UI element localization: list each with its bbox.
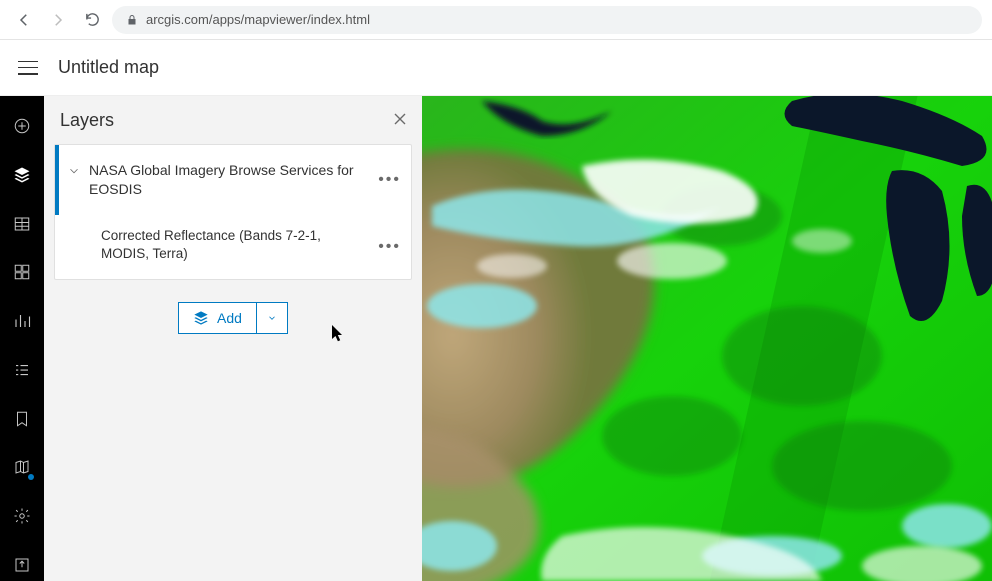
layer-group-title: NASA Global Imagery Browse Services for … bbox=[89, 161, 399, 199]
layer-group-item[interactable]: NASA Global Imagery Browse Services for … bbox=[55, 145, 411, 215]
share-icon bbox=[13, 556, 31, 574]
chevron-down-icon bbox=[267, 313, 277, 323]
panel-close-button[interactable] bbox=[394, 112, 406, 128]
add-layer-label: Add bbox=[217, 310, 242, 326]
add-layer-button[interactable]: Add bbox=[178, 302, 288, 334]
unsaved-indicator-dot bbox=[28, 474, 34, 480]
browser-reload-button[interactable] bbox=[78, 6, 106, 34]
layer-group-options-button[interactable]: ••• bbox=[378, 171, 401, 189]
rail-save[interactable] bbox=[0, 451, 44, 484]
rail-tables[interactable] bbox=[0, 207, 44, 240]
browser-back-button[interactable] bbox=[10, 6, 38, 34]
sublayer-item[interactable]: Corrected Reflectance (Bands 7-2-1, MODI… bbox=[55, 215, 411, 279]
layers-icon bbox=[193, 310, 209, 326]
rail-legend[interactable] bbox=[0, 354, 44, 387]
browser-address-bar[interactable]: arcgis.com/apps/mapviewer/index.html bbox=[112, 6, 982, 34]
layer-card: NASA Global Imagery Browse Services for … bbox=[54, 144, 412, 280]
rail-charts[interactable] bbox=[0, 305, 44, 338]
charts-icon bbox=[13, 312, 31, 330]
legend-icon bbox=[13, 361, 31, 379]
rail-map-properties[interactable] bbox=[0, 500, 44, 533]
rail-bookmarks[interactable] bbox=[0, 402, 44, 435]
panel-title: Layers bbox=[60, 110, 114, 131]
browser-url-text: arcgis.com/apps/mapviewer/index.html bbox=[146, 12, 370, 27]
layers-panel: Layers NASA Global Imagery Browse Servic… bbox=[44, 96, 422, 581]
bookmark-icon bbox=[13, 410, 31, 428]
lock-icon bbox=[126, 14, 138, 26]
add-layer-dropdown-button[interactable] bbox=[256, 303, 287, 333]
menu-button[interactable] bbox=[18, 61, 38, 75]
layers-icon bbox=[13, 166, 31, 184]
rail-add-content[interactable] bbox=[0, 110, 44, 143]
sublayer-options-button[interactable]: ••• bbox=[378, 238, 401, 256]
collapse-icon[interactable] bbox=[67, 164, 81, 178]
tables-icon bbox=[13, 215, 31, 233]
rail-layers[interactable] bbox=[0, 159, 44, 192]
browser-forward-button[interactable] bbox=[44, 6, 72, 34]
map-view[interactable] bbox=[422, 96, 992, 581]
sublayer-title: Corrected Reflectance (Bands 7-2-1, MODI… bbox=[101, 227, 399, 263]
rail-share[interactable] bbox=[0, 548, 44, 581]
left-rail bbox=[0, 96, 44, 581]
basemap-icon bbox=[13, 263, 31, 281]
rail-basemap[interactable] bbox=[0, 256, 44, 289]
gear-icon bbox=[13, 507, 31, 525]
app-header: Untitled map bbox=[0, 40, 992, 96]
map-title[interactable]: Untitled map bbox=[58, 57, 159, 78]
